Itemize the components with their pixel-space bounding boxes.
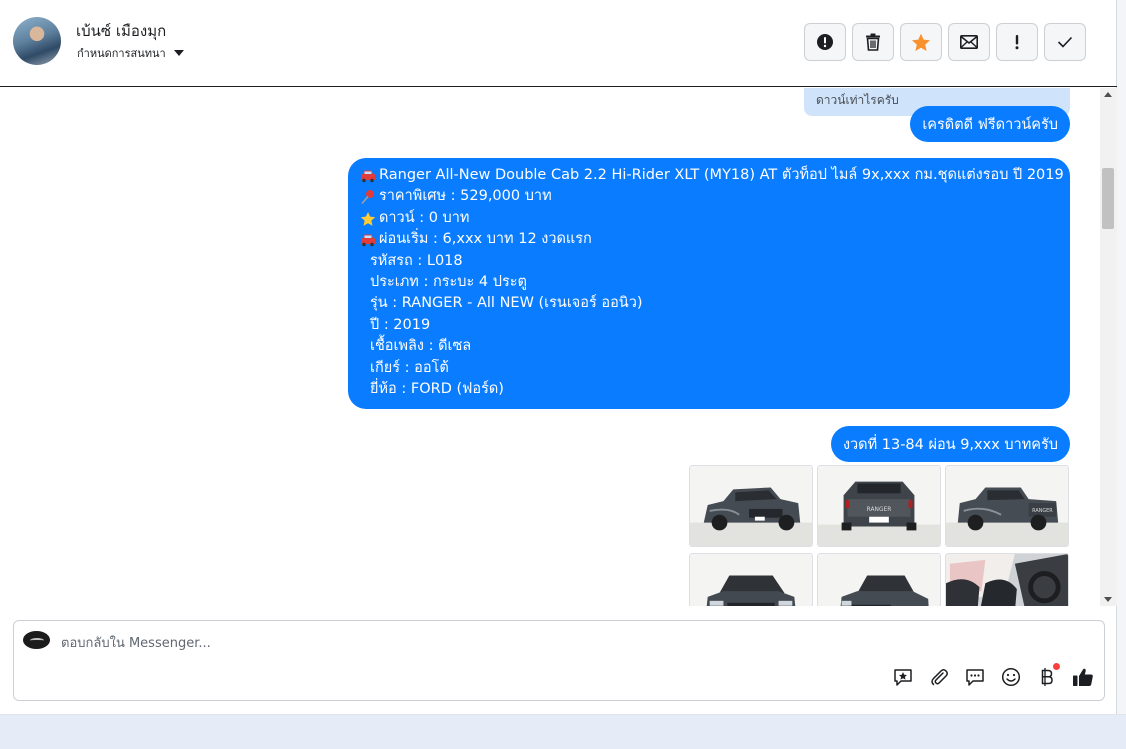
car-model-line: รุ่น : RANGER - All NEW (เรนเจอร์ ออนิว) [370,295,643,312]
star-emoji-icon [360,211,379,227]
scroll-up-arrow-icon[interactable] [1104,92,1112,97]
car-photo-front-left[interactable] [689,465,813,547]
assign-conversation-dropdown[interactable]: กำหนดการสนทนา [77,44,184,62]
attach-file-button[interactable] [928,666,950,688]
reply-input[interactable] [61,633,861,653]
message-text: เครดิตดี ฟรีดาวน์ครับ [922,116,1058,133]
photo-gallery: RANGER RANGER [689,465,1070,606]
notification-dot [1053,663,1060,670]
like-button[interactable] [1072,666,1094,688]
report-button[interactable] [804,23,846,61]
exclamation-circle-icon [817,34,833,50]
emoji-icon [1001,667,1021,687]
car-icon [360,169,379,183]
car-brand-line: ยี่ห้อ : FORD (ฟอร์ด) [370,381,504,398]
car-photo-front-right[interactable] [817,553,941,606]
message-text: งวดที่ 13-84 ผ่อน 9,xxx บาทครับ [842,436,1058,453]
car-icon [360,233,379,247]
down-payment-line: ดาวน์ : 0 บาท [360,208,1058,229]
payment-button[interactable] [1036,663,1060,688]
done-button[interactable] [1044,23,1086,61]
caret-down-icon [173,50,184,56]
contact-avatar[interactable] [13,17,61,65]
message-bubble-credit[interactable]: เครดิตดี ฟรีดาวน์ครับ [910,106,1070,142]
follow-up-button[interactable] [996,23,1038,61]
contact-name[interactable]: เบ้นซ์ เมืองมุก [76,19,166,43]
check-icon [1057,36,1073,48]
composer-toolbar [892,663,1094,688]
installment-start-line: ผ่อนเริ่ม : 6,xxx บาท 12 งวดแรก [360,229,1058,250]
previous-message-text: ดาวน์เท่าไรครับ [816,93,899,107]
saved-reply-button[interactable] [892,666,914,688]
envelope-icon [960,35,978,49]
trash-icon [866,33,880,51]
car-photo-interior[interactable] [945,553,1069,606]
message-bubble-installment[interactable]: งวดที่ 13-84 ผ่อน 9,xxx บาทครับ [830,426,1070,462]
car-code-line: รหัสรถ : L018 [370,252,463,269]
thread-scrollbar[interactable] [1100,88,1117,606]
message-bubble-car-details[interactable]: Ranger All-New Double Cab 2.2 Hi-Rider X… [348,158,1070,409]
message-templates-button[interactable] [964,666,986,688]
exclamation-icon [1015,35,1019,50]
attachment-icon [931,669,948,686]
messenger-inbox-window: เบ้นซ์ เมืองมุก กำหนดการสนทนา ดาวน์เท่าไ… [0,0,1117,714]
svg-text:RANGER: RANGER [1032,508,1053,514]
page-footer-strip [0,714,1126,749]
price-line: ราคาพิเศษ : 529,000 บาท [360,186,1058,207]
message-thread[interactable]: ดาวน์เท่าไรครับ เครดิตดี ฟรีดาวน์ครับ Ra… [0,88,1100,606]
star-button[interactable] [900,23,942,61]
car-photo-rear[interactable]: RANGER [817,465,941,547]
car-title-line: Ranger All-New Double Cab 2.2 Hi-Rider X… [360,165,1064,186]
car-photo-rear-left[interactable]: RANGER [945,465,1069,547]
car-fuel-line: เชื้อเพลิง : ดีเซล [370,338,472,355]
car-type-line: ประเภท : กระบะ 4 ประตู [370,274,527,291]
saved-reply-icon [894,669,912,686]
mark-unread-button[interactable] [948,23,990,61]
baht-payment-icon [1041,668,1053,686]
delete-button[interactable] [852,23,894,61]
pushpin-icon [360,189,379,205]
star-icon [912,33,930,51]
emoji-button[interactable] [1000,666,1022,688]
thumbs-up-icon [1073,668,1093,686]
reply-composer [13,620,1105,701]
scrollbar-thumb[interactable] [1102,168,1114,229]
car-photo-front[interactable] [689,553,813,606]
conversation-toolbar [804,23,1086,61]
car-year-line: ปี : 2019 [370,316,431,333]
conversation-header: เบ้นซ์ เมืองมุก กำหนดการสนทนา [0,0,1117,87]
window-edge [1117,0,1126,714]
svg-text:RANGER: RANGER [867,507,892,513]
chat-bubble-icon [966,669,984,686]
car-gear-line: เกียร์ : ออโต้ [370,359,449,376]
assign-conversation-label: กำหนดการสนทนา [77,47,166,60]
page-avatar [23,631,50,649]
scroll-down-arrow-icon[interactable] [1104,597,1112,602]
